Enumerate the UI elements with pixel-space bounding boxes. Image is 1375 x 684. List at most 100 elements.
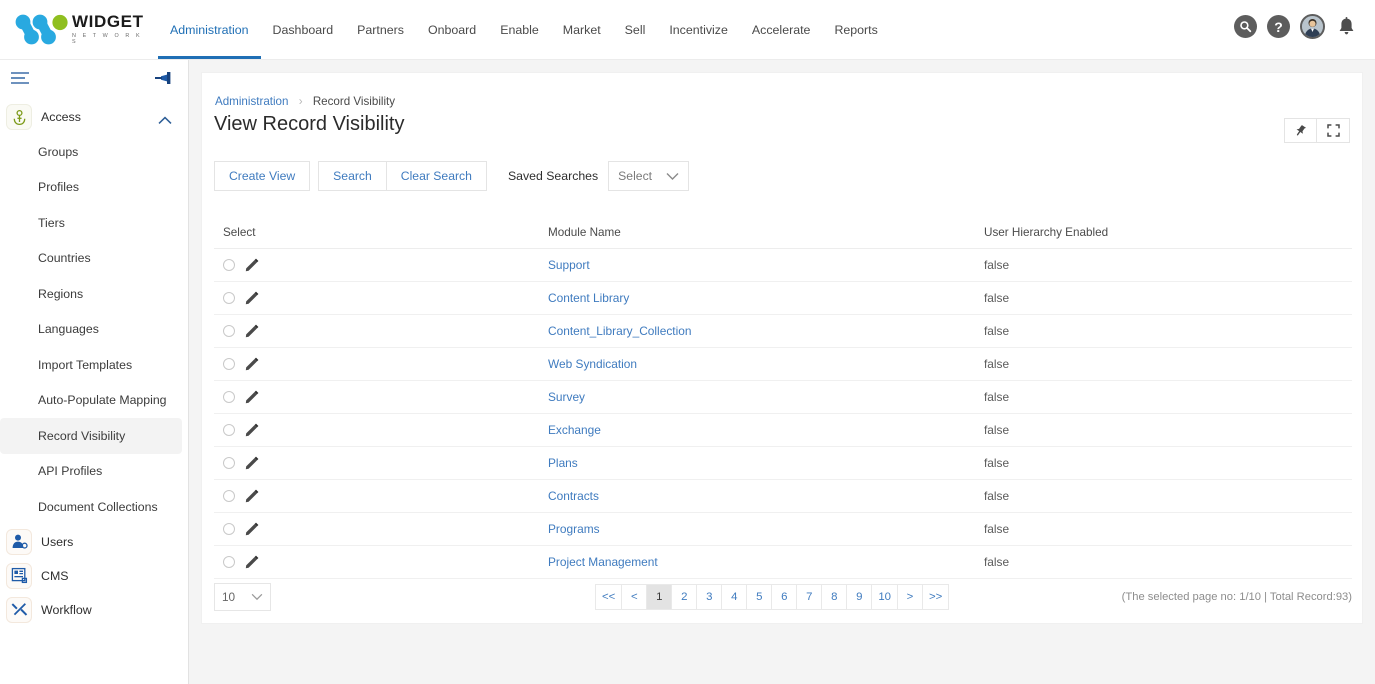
pencil-edit-icon[interactable] xyxy=(245,258,259,272)
sidebar-item-countries[interactable]: Countries xyxy=(0,241,188,277)
page-button-nextnext[interactable]: >> xyxy=(922,584,950,610)
module-name-link[interactable]: Project Management xyxy=(548,555,658,569)
page-button-2[interactable]: 2 xyxy=(672,584,698,610)
sidebar-item-tiers[interactable]: Tiers xyxy=(0,205,188,241)
sidebar-item-groups[interactable]: Groups xyxy=(0,134,188,170)
page-button-6[interactable]: 6 xyxy=(772,584,798,610)
table-row: Web Syndication false xyxy=(214,348,1352,381)
radio-button-icon[interactable] xyxy=(223,457,235,469)
row-select-cell xyxy=(214,555,548,569)
radio-button-icon[interactable] xyxy=(223,523,235,535)
sidebar-section-workflow[interactable]: Workflow xyxy=(0,593,188,627)
module-name-link[interactable]: Programs xyxy=(548,522,600,536)
nav-item-dashboard[interactable]: Dashboard xyxy=(261,1,346,59)
breadcrumb-parent[interactable]: Administration xyxy=(215,95,288,108)
sidebar-item-record-visibility[interactable]: Record Visibility xyxy=(0,418,182,454)
radio-button-icon[interactable] xyxy=(223,556,235,568)
saved-searches-select[interactable]: Select xyxy=(608,161,690,191)
sidebar: Access Groups Profiles Tiers Countries Region… xyxy=(0,60,189,684)
radio-button-icon[interactable] xyxy=(223,259,235,271)
nav-item-partners[interactable]: Partners xyxy=(345,1,416,59)
sidebar-item-regions[interactable]: Regions xyxy=(0,276,188,312)
module-name-link[interactable]: Contracts xyxy=(548,489,599,503)
page-button-4[interactable]: 4 xyxy=(722,584,748,610)
help-icon[interactable]: ? xyxy=(1267,15,1290,38)
radio-button-icon[interactable] xyxy=(223,391,235,403)
radio-button-icon[interactable] xyxy=(223,292,235,304)
nav-item-market[interactable]: Market xyxy=(551,1,613,59)
nav-item-incentivize[interactable]: Incentivize xyxy=(657,1,740,59)
user-hierarchy-cell: false xyxy=(984,357,1010,371)
notification-bell-icon[interactable] xyxy=(1335,15,1357,39)
table-row: Exchange false xyxy=(214,414,1352,447)
radio-button-icon[interactable] xyxy=(223,424,235,436)
page-button-8[interactable]: 8 xyxy=(822,584,848,610)
nav-item-sell[interactable]: Sell xyxy=(613,1,658,59)
page-button-10[interactable]: 10 xyxy=(872,584,898,610)
page-button-7[interactable]: 7 xyxy=(797,584,823,610)
sidebar-item-profiles[interactable]: Profiles xyxy=(0,170,188,206)
page-size-select[interactable]: 10 xyxy=(214,583,271,611)
nav-item-administration[interactable]: Administration xyxy=(158,1,261,59)
nav-item-onboard[interactable]: Onboard xyxy=(416,1,488,59)
module-name-cell: Project Management xyxy=(548,555,984,569)
workflow-tools-icon xyxy=(6,596,32,623)
nav-item-accelerate[interactable]: Accelerate xyxy=(740,1,823,59)
module-name-link[interactable]: Survey xyxy=(548,390,585,404)
nav-item-reports[interactable]: Reports xyxy=(822,1,889,59)
hamburger-icon[interactable] xyxy=(10,71,32,90)
page-button-9[interactable]: 9 xyxy=(847,584,873,610)
radio-button-icon[interactable] xyxy=(223,358,235,370)
sidebar-section-label: Workflow xyxy=(41,602,92,617)
page-button-1[interactable]: 1 xyxy=(647,584,673,610)
pencil-edit-icon[interactable] xyxy=(245,456,259,470)
pencil-edit-icon[interactable] xyxy=(245,423,259,437)
sidebar-item-document-collections[interactable]: Document Collections xyxy=(0,489,188,525)
pencil-edit-icon[interactable] xyxy=(245,555,259,569)
search-button[interactable]: Search xyxy=(318,161,387,191)
sidebar-section-cms[interactable]: CMS xyxy=(0,559,188,593)
sidebar-item-auto-populate-mapping[interactable]: Auto-Populate Mapping xyxy=(0,383,188,419)
radio-button-icon[interactable] xyxy=(223,490,235,502)
create-view-button[interactable]: Create View xyxy=(214,161,311,191)
sidebar-item-api-profiles[interactable]: API Profiles xyxy=(0,454,188,490)
pencil-edit-icon[interactable] xyxy=(245,489,259,503)
clear-search-button[interactable]: Clear Search xyxy=(386,161,487,191)
pin-icon[interactable] xyxy=(154,70,176,91)
pencil-edit-icon[interactable] xyxy=(245,324,259,338)
brand-logo[interactable]: WIDGET N E T W O R K S xyxy=(0,13,148,47)
search-icon[interactable] xyxy=(1234,15,1257,38)
user-hierarchy-cell: false xyxy=(984,324,1010,338)
radio-button-icon[interactable] xyxy=(223,325,235,337)
user-hierarchy-cell: false xyxy=(984,555,1010,569)
module-name-link[interactable]: Web Syndication xyxy=(548,357,637,371)
page-button-prevprev[interactable]: << xyxy=(595,584,623,610)
table-row: Plans false xyxy=(214,447,1352,480)
pencil-edit-icon[interactable] xyxy=(245,390,259,404)
sidebar-section-access[interactable]: Access xyxy=(0,100,188,134)
page-button-prev[interactable]: < xyxy=(622,584,648,610)
page-button-3[interactable]: 3 xyxy=(697,584,723,610)
pencil-edit-icon[interactable] xyxy=(245,357,259,371)
page-button-5[interactable]: 5 xyxy=(747,584,773,610)
cms-icon xyxy=(6,562,32,589)
main-navigation: Administration Dashboard Partners Onboard En… xyxy=(158,0,890,60)
pencil-edit-icon[interactable] xyxy=(245,291,259,305)
module-name-link[interactable]: Exchange xyxy=(548,423,601,437)
saved-searches-value: Select xyxy=(618,169,653,183)
module-name-link[interactable]: Support xyxy=(548,258,590,272)
pin-panel-icon[interactable] xyxy=(1284,118,1317,143)
nav-item-enable[interactable]: Enable xyxy=(488,1,551,59)
sidebar-section-users[interactable]: Users xyxy=(0,525,188,559)
user-avatar[interactable] xyxy=(1300,14,1325,39)
pencil-edit-icon[interactable] xyxy=(245,522,259,536)
sidebar-item-import-templates[interactable]: Import Templates xyxy=(0,347,188,383)
row-select-cell xyxy=(214,456,548,470)
module-name-link[interactable]: Content_Library_Collection xyxy=(548,324,691,338)
module-name-link[interactable]: Content Library xyxy=(548,291,629,305)
expand-icon[interactable] xyxy=(1317,118,1350,143)
chevron-up-icon[interactable] xyxy=(158,112,172,130)
page-button-next[interactable]: > xyxy=(897,584,923,610)
sidebar-item-languages[interactable]: Languages xyxy=(0,312,188,348)
module-name-link[interactable]: Plans xyxy=(548,456,578,470)
